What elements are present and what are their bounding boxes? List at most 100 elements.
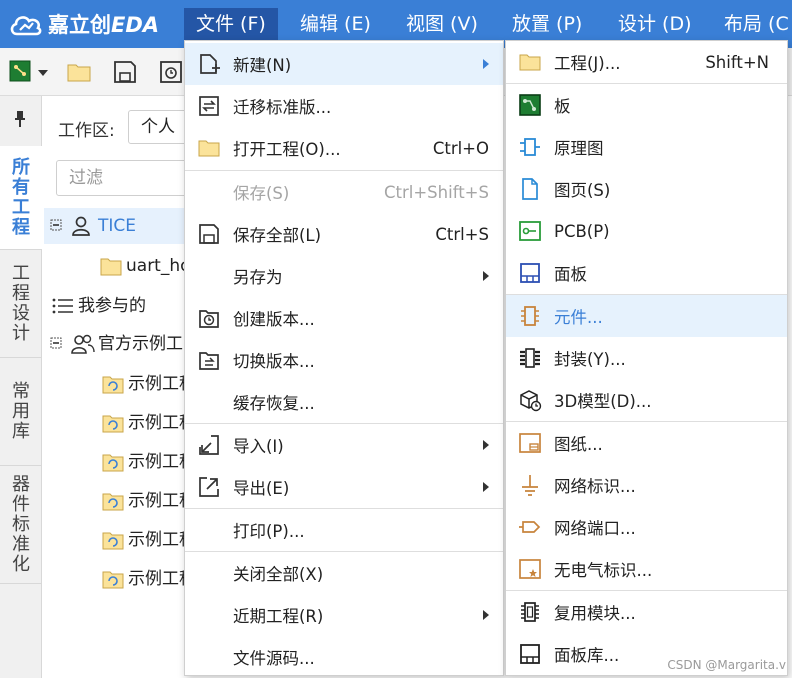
switch-version-icon xyxy=(199,352,219,370)
panel-library-icon xyxy=(520,644,540,664)
shared-folder-icon xyxy=(102,376,124,394)
tree-item-participating[interactable]: 我参与的 xyxy=(52,288,146,324)
workspace-label: 工作区: xyxy=(58,121,115,141)
submenu-arrow-icon xyxy=(483,440,489,450)
menu-item-label: 面板库... xyxy=(554,646,620,665)
tab-all-projects[interactable]: 所有工程 xyxy=(0,146,42,250)
tree-item-label: TICE xyxy=(98,216,137,236)
tree-item-example[interactable]: 示例工程 xyxy=(102,561,196,597)
menu-design[interactable]: 设计 (D) xyxy=(606,8,704,40)
migrate-icon xyxy=(199,96,219,116)
tab-project-design[interactable]: 工程设计 xyxy=(0,250,42,358)
submenu-arrow-icon xyxy=(483,610,489,620)
menu-item-migrate[interactable]: 迁移标准版... xyxy=(185,85,503,127)
tab-label-char: 有 xyxy=(12,176,30,198)
non-electrical-icon xyxy=(519,559,541,579)
tree-item-example[interactable]: 示例工程 xyxy=(102,366,196,402)
submenu-item-panel[interactable]: 面板 xyxy=(506,252,787,294)
menu-item-label: PCB(P) xyxy=(554,221,610,241)
submenu-item-non-electrical[interactable]: 无电气标识... xyxy=(506,548,787,590)
menu-item-open-project[interactable]: 打开工程(O)... Ctrl+O xyxy=(185,127,503,169)
tree-item-tice[interactable]: TICE xyxy=(44,208,194,244)
tree-item-example[interactable]: 示例工程 xyxy=(102,444,196,480)
tab-label-char: 设 xyxy=(12,302,30,324)
new-board-icon xyxy=(9,60,31,82)
menu-item-save-as[interactable]: 另存为 xyxy=(185,255,503,297)
menu-item-label: 新建(N) xyxy=(233,56,292,75)
menu-layout[interactable]: 布局 (C xyxy=(712,8,792,40)
menu-item-new[interactable]: 新建(N) xyxy=(185,43,503,85)
drawing-icon xyxy=(519,433,541,453)
menu-edit[interactable]: 编辑 (E) xyxy=(288,8,383,40)
menu-item-label: 网络标识... xyxy=(554,477,636,496)
menu-item-label: 创建版本... xyxy=(233,310,315,329)
menu-item-print[interactable]: 打印(P)... xyxy=(185,509,503,551)
menu-item-label: 保存全部(L) xyxy=(233,226,322,245)
menu-item-file-source[interactable]: 文件源码... xyxy=(185,636,503,678)
collapse-icon[interactable] xyxy=(48,217,66,235)
tree-item-label: uart_ho xyxy=(126,256,191,276)
submenu-item-project[interactable]: 工程(J)... Shift+N xyxy=(506,41,787,83)
tab-component-standardization[interactable]: 器件标准化 xyxy=(0,466,42,584)
menu-item-label: 板 xyxy=(554,97,571,116)
user-icon xyxy=(72,216,90,236)
menu-item-label: 打开工程(O)... xyxy=(233,140,341,159)
open-folder-button[interactable] xyxy=(66,59,92,85)
collapse-icon[interactable] xyxy=(48,335,66,353)
tree-item-label: 我参与的 xyxy=(78,296,146,316)
menu-item-label: 导出(E) xyxy=(233,479,290,498)
submenu-item-footprint[interactable]: 封装(Y)... xyxy=(506,337,787,379)
menu-item-save-all[interactable]: 保存全部(L) Ctrl+S xyxy=(185,213,503,255)
submenu-item-net-label[interactable]: 网络标识... xyxy=(506,464,787,506)
new-file-icon xyxy=(200,54,220,74)
submenu-item-drawing[interactable]: 图纸... xyxy=(506,422,787,464)
menu-item-switch-version[interactable]: 切换版本... xyxy=(185,339,503,381)
tree-item-example[interactable]: 示例工程 xyxy=(102,522,196,558)
menu-item-label: 面板 xyxy=(554,265,587,284)
submenu-item-page[interactable]: 图页(S) xyxy=(506,168,787,210)
tree-item-uart[interactable]: uart_ho xyxy=(100,248,191,284)
menu-item-recent-projects[interactable]: 近期工程(R) xyxy=(185,594,503,636)
tab-label: 所有工程 xyxy=(11,157,31,238)
menu-item-save[interactable]: 保存(S) Ctrl+Shift+S xyxy=(185,171,503,213)
tab-label-char: 程 xyxy=(12,282,30,304)
menu-item-label: 文件源码... xyxy=(233,649,315,668)
menu-item-label: 3D模型(D)... xyxy=(554,392,652,411)
folder-icon xyxy=(519,54,541,71)
tab-label-char: 工 xyxy=(12,196,30,218)
submenu-item-schematic[interactable]: 原理图 xyxy=(506,126,787,168)
version-button[interactable] xyxy=(158,59,184,85)
tab-label-char: 常 xyxy=(12,380,30,402)
submenu-item-reuse-module[interactable]: 复用模块... xyxy=(506,591,787,633)
submenu-item-3d-model[interactable]: 3D模型(D)... xyxy=(506,379,787,421)
menu-item-close-all[interactable]: 关闭全部(X) xyxy=(185,552,503,594)
app-logo: 嘉立创EDA xyxy=(8,8,180,40)
submenu-item-board[interactable]: 板 xyxy=(506,84,787,126)
menu-item-export[interactable]: 导出(E) xyxy=(185,466,503,508)
footprint-icon xyxy=(520,348,540,368)
save-button[interactable] xyxy=(112,59,138,85)
watermark: CSDN @Margarita.v xyxy=(667,658,786,672)
new-submenu: 工程(J)... Shift+N 板 原理图 图页(S) PCB(P) 面板 元… xyxy=(505,40,788,676)
tab-common-library[interactable]: 常用库 xyxy=(0,358,42,466)
save-all-icon xyxy=(199,224,219,244)
pin-icon[interactable] xyxy=(14,110,26,128)
new-project-button[interactable] xyxy=(8,59,34,85)
menu-item-cache-restore[interactable]: 缓存恢复... xyxy=(185,381,503,423)
menu-file[interactable]: 文件 (F) xyxy=(184,8,278,40)
shared-folder-icon xyxy=(102,532,124,550)
menu-place[interactable]: 放置 (P) xyxy=(500,8,594,40)
tab-label-char: 工 xyxy=(12,262,30,284)
tree-item-official-examples[interactable]: 官方示例工 xyxy=(48,326,183,362)
chevron-down-icon[interactable] xyxy=(38,70,48,76)
tree-item-example[interactable]: 示例工程 xyxy=(102,405,196,441)
menu-view[interactable]: 视图 (V) xyxy=(394,8,490,40)
submenu-item-pcb[interactable]: PCB(P) xyxy=(506,210,787,252)
menu-item-label: 迁移标准版... xyxy=(233,98,332,117)
menu-item-create-version[interactable]: 创建版本... xyxy=(185,297,503,339)
menu-item-import[interactable]: 导入(I) xyxy=(185,424,503,466)
submenu-item-net-port[interactable]: 网络端口... xyxy=(506,506,787,548)
submenu-item-component[interactable]: 元件... xyxy=(506,295,787,337)
tab-label-char: 化 xyxy=(12,553,30,575)
tree-item-example[interactable]: 示例工程 xyxy=(102,483,196,519)
